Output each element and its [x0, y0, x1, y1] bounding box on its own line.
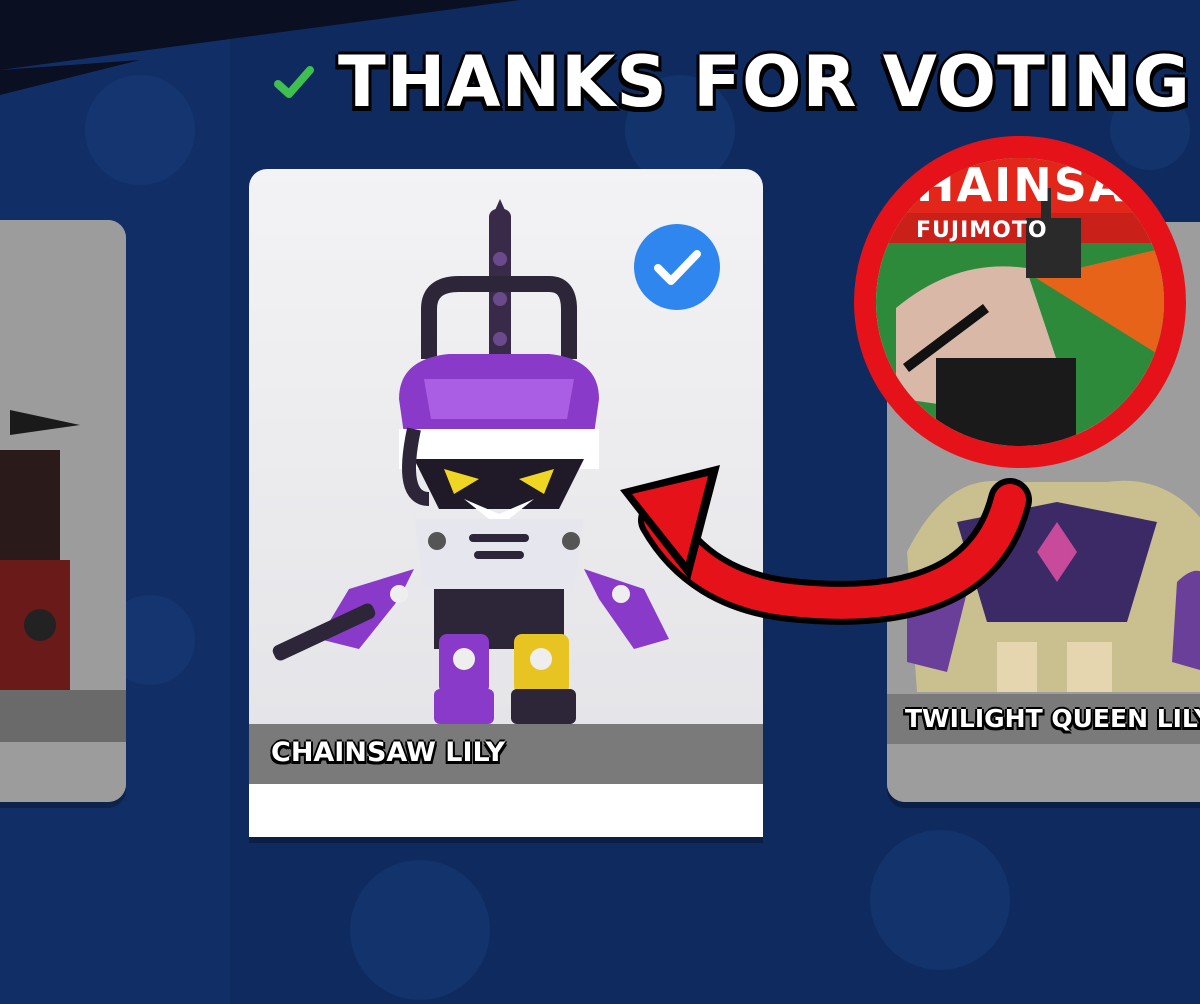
skin-name-twilight-queen-lily: TWILIGHT QUEEN LILY — [905, 704, 1200, 733]
manga-reference-badge: HAINSA FUJIMOTO — [854, 136, 1186, 468]
voted-check-badge — [634, 224, 720, 310]
skin-card-left[interactable] — [0, 220, 126, 802]
skin-name-chainsaw-lily: CHAINSAW LILY — [271, 737, 506, 768]
page-title: THANKS FOR VOTING — [338, 41, 1192, 123]
thanks-banner: THANKS FOR VOTING — [272, 34, 1190, 130]
manga-author-text: FUJIMOTO — [916, 218, 1048, 243]
skin-card-chainsaw-lily[interactable]: CHAINSAW LILY — [249, 169, 763, 837]
name-strip-left — [0, 690, 126, 742]
check-mark-icon — [274, 66, 314, 98]
blue-checkmark-icon — [654, 250, 701, 285]
manga-title-text: HAINSA — [916, 158, 1127, 212]
card-footer — [249, 784, 763, 837]
